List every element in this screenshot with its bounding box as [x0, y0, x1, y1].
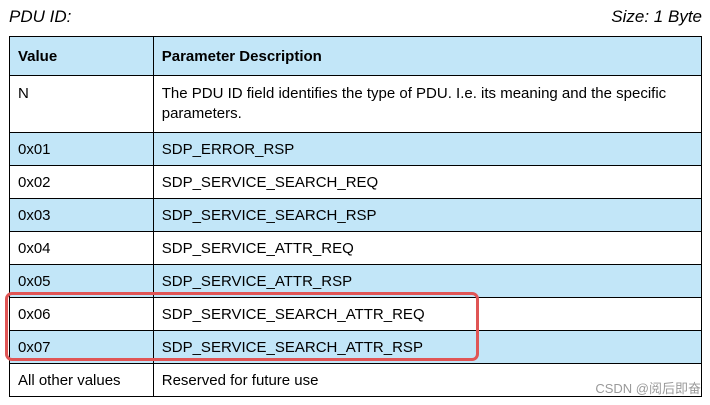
description-cell: SDP_ERROR_RSP	[152, 132, 703, 166]
description-cell: SDP_SERVICE_ATTR_RSP	[152, 264, 703, 298]
table-row: 0x02 SDP_SERVICE_SEARCH_REQ	[9, 165, 703, 199]
pdu-id-title: PDU ID:	[9, 7, 72, 26]
pdu-id-table: Value Parameter Description N The PDU ID…	[9, 36, 703, 397]
description-cell: SDP_SERVICE_SEARCH_ATTR_RSP	[152, 330, 703, 364]
column-header-description: Parameter Description	[152, 36, 703, 76]
description-cell: SDP_SERVICE_ATTR_REQ	[152, 231, 703, 265]
column-header-value: Value	[9, 36, 154, 76]
description-cell: SDP_SERVICE_SEARCH_REQ	[152, 165, 703, 199]
description-cell: SDP_SERVICE_SEARCH_RSP	[152, 198, 703, 232]
description-cell: The PDU ID field identifies the type of …	[152, 75, 703, 133]
description-cell: SDP_SERVICE_SEARCH_ATTR_REQ	[152, 297, 703, 331]
table-caption-row: PDU ID: Size: 1 Byte	[0, 0, 710, 36]
table-row: 0x04 SDP_SERVICE_ATTR_REQ	[9, 231, 703, 265]
table-row: 0x03 SDP_SERVICE_SEARCH_RSP	[9, 198, 703, 232]
value-cell: All other values	[9, 363, 154, 397]
table-header-row: Value Parameter Description	[9, 36, 703, 76]
value-cell: 0x07	[9, 330, 154, 364]
value-cell: 0x06	[9, 297, 154, 331]
table-row: 0x06 SDP_SERVICE_SEARCH_ATTR_REQ	[9, 297, 703, 331]
table-row: 0x05 SDP_SERVICE_ATTR_RSP	[9, 264, 703, 298]
value-cell: 0x02	[9, 165, 154, 199]
value-cell: N	[9, 75, 154, 133]
size-label: Size: 1 Byte	[611, 7, 702, 26]
table-row: N The PDU ID field identifies the type o…	[9, 75, 703, 133]
value-cell: 0x04	[9, 231, 154, 265]
value-cell: 0x05	[9, 264, 154, 298]
csdn-watermark: CSDN @阅后即奋	[595, 381, 701, 396]
table-row: 0x07 SDP_SERVICE_SEARCH_ATTR_RSP	[9, 330, 703, 364]
value-cell: 0x01	[9, 132, 154, 166]
value-cell: 0x03	[9, 198, 154, 232]
table-row: 0x01 SDP_ERROR_RSP	[9, 132, 703, 166]
